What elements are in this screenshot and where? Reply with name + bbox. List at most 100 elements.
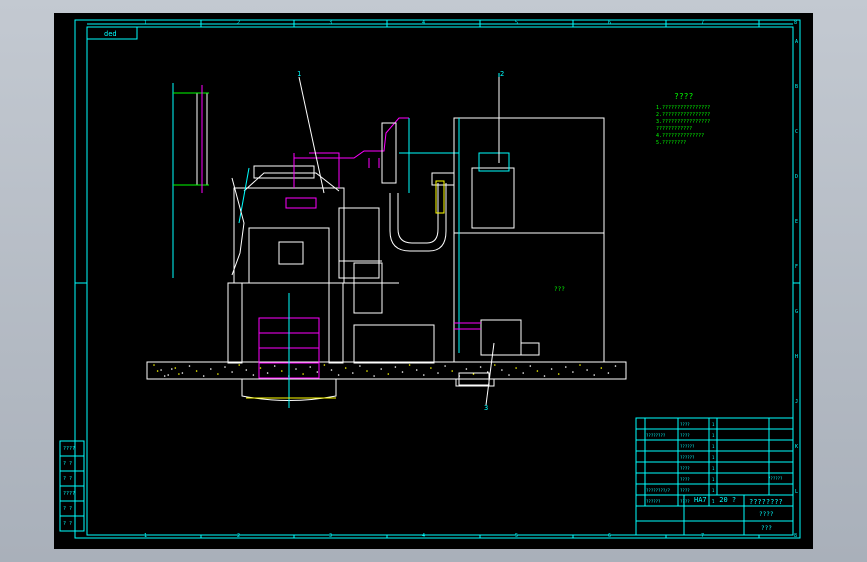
right-zone-letter: K: [795, 444, 798, 450]
parts-code: ????: [680, 488, 690, 493]
notes-line: 5.????????: [656, 140, 686, 146]
revision-text: ? ?: [63, 476, 72, 482]
callout-3: 3: [484, 404, 488, 412]
parts-code: ????: [680, 466, 690, 471]
hatch-dot: [437, 372, 439, 374]
right-zone-letter: G: [795, 309, 798, 315]
hatch-dot: [210, 368, 212, 370]
parts-qty: 1: [712, 422, 715, 427]
hatch-dot: [565, 366, 567, 368]
right-zone-letter: L: [795, 489, 798, 495]
revision-text: ? ?: [63, 506, 72, 512]
hatch-dot: [366, 370, 368, 372]
title-drawing: ????: [759, 511, 774, 518]
right-building: [453, 73, 605, 386]
hatch-dot: [316, 371, 319, 373]
hatch-dot: [614, 365, 617, 367]
right-zone-letter: C: [795, 129, 798, 135]
parts-qty: 1: [712, 466, 715, 471]
revision-text: ? ?: [63, 521, 72, 527]
hatch-dot: [479, 366, 482, 368]
hatch-dot: [181, 372, 184, 374]
hatch-dot: [323, 364, 326, 366]
parts-qty: 1: [712, 455, 715, 460]
bottom-zone-number: 3: [329, 533, 332, 539]
top-zone-number: 1: [144, 20, 147, 26]
electrode-arm: [294, 117, 410, 193]
parts-qty: 1: [712, 488, 715, 493]
hatch-dot: [273, 365, 276, 367]
title-code: HA7 - 20 ?: [694, 496, 736, 504]
bottom-zone-number: 8: [794, 533, 797, 539]
bottom-zone-number: 1: [144, 533, 147, 539]
right-zone-letter: A: [795, 39, 798, 45]
hatch-dot: [245, 369, 248, 371]
hatch-dot: [380, 368, 383, 370]
right-zone-letter: E: [795, 219, 798, 225]
hatch-dot: [401, 371, 404, 373]
notes-line: 1.????????????????: [656, 105, 710, 111]
top-zone-number: 2: [237, 20, 240, 26]
hatch-dot: [259, 367, 262, 369]
hatch-dot: [337, 374, 340, 376]
parts-code: ????: [680, 477, 690, 482]
hatch-dot: [423, 374, 425, 376]
hatch-dot: [494, 364, 496, 366]
hatch-dot: [387, 373, 390, 375]
right-zone-letter: F: [795, 264, 798, 270]
hatch-dot: [266, 372, 269, 374]
hatch-dot: [359, 365, 361, 367]
hatch-dot: [217, 373, 219, 375]
revision-text: ????: [63, 446, 75, 452]
bottom-zone-number: 4: [422, 533, 425, 539]
hatch-dot: [295, 368, 297, 370]
hatch-dot: [465, 368, 468, 370]
parts-code: ????: [680, 499, 690, 504]
notes-line: 2.????????????????: [656, 112, 710, 118]
left-column: [172, 83, 209, 278]
revision-block: [59, 440, 85, 532]
right-zone-letter: D: [795, 174, 798, 180]
callout-1: 1: [297, 70, 301, 78]
top-zone-number: 8: [794, 20, 797, 26]
top-zone-number: 5: [515, 20, 518, 26]
parts-code: ??????: [680, 455, 695, 460]
hatch-dot: [550, 368, 553, 370]
hatch-dot: [515, 367, 517, 369]
top-zone-number: 7: [701, 20, 704, 26]
hatch-dot: [543, 375, 546, 377]
hatch-dot: [202, 375, 205, 377]
hatch-dot: [607, 372, 610, 374]
u-pipe: [389, 152, 460, 263]
hatch-dot: [238, 364, 240, 366]
right-zone-letter: H: [795, 354, 798, 360]
parts-code: ??????: [680, 444, 695, 449]
notes-line: 3.????????????????: [656, 119, 710, 125]
hatch-dot: [163, 375, 166, 377]
ground-line: [146, 361, 627, 401]
hatch-dot: [281, 370, 283, 372]
hatch-dot: [373, 375, 375, 377]
bottom-zone-number: 5: [515, 533, 518, 539]
parts-name: ????????: [646, 433, 666, 438]
callout-2: 2: [500, 70, 504, 78]
drawing-canvas[interactable]: 12345678 12345678 ABCDEFGHJKL ded 1 2 3 …: [54, 13, 813, 549]
hatch-dot: [408, 364, 411, 366]
hatch-dot: [586, 369, 588, 371]
hatch-dot: [572, 371, 574, 373]
top-zone-number: 3: [329, 20, 332, 26]
bottom-zone-number: 6: [608, 533, 611, 539]
hatch-dot: [309, 366, 311, 368]
parts-list: ???? 1???????????? 1?????? 1?????? 1???? 1???…: [646, 422, 715, 504]
hatch-dot: [522, 372, 524, 374]
revision-text: ? ?: [63, 461, 72, 467]
right-zone-letter: J: [795, 399, 798, 405]
cad-viewport[interactable]: 12345678 12345678 ABCDEFGHJKL ded 1 2 3 …: [0, 0, 867, 562]
hatch-dot: [451, 370, 454, 372]
parts-qty: 1: [712, 433, 715, 438]
top-zone-number: 4: [422, 20, 425, 26]
hatch-dot: [536, 370, 539, 372]
drawing-svg: 12345678 12345678 ABCDEFGHJKL ded 1 2 3 …: [59, 19, 801, 539]
hatch-dot: [188, 365, 191, 367]
title-stamp: ??????: [768, 476, 783, 481]
